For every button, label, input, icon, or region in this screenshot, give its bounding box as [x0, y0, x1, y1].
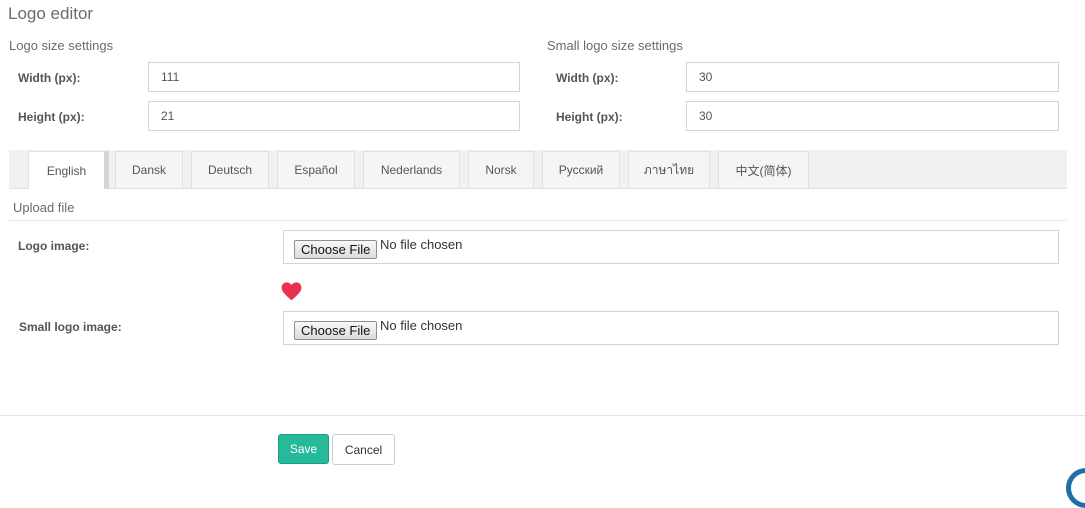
logo-image-file-input: Choose File No file chosen: [283, 230, 1059, 264]
heart-icon: [281, 282, 302, 301]
footer-divider: [0, 415, 1085, 416]
small-logo-file-status: No file chosen: [380, 318, 463, 333]
upload-file-title: Upload file: [13, 200, 75, 215]
small-logo-width-label: Width (px):: [556, 71, 619, 85]
tab-chinese-simplified[interactable]: 中文(简体): [718, 151, 809, 188]
logo-size-settings-title: Logo size settings: [9, 38, 114, 53]
tab-russian[interactable]: Русский: [542, 151, 620, 188]
tab-thai[interactable]: ภาษาไทย: [628, 151, 710, 188]
small-logo-image-label: Small logo image:: [19, 320, 122, 334]
small-logo-height-label: Height (px):: [556, 110, 623, 124]
logo-width-label: Width (px):: [18, 71, 81, 85]
cancel-button[interactable]: Cancel: [332, 434, 395, 465]
logo-width-input[interactable]: [148, 62, 520, 92]
logo-choose-file-button[interactable]: Choose File: [294, 240, 378, 259]
tab-deutsch[interactable]: Deutsch: [191, 151, 269, 188]
small-logo-height-input[interactable]: [686, 101, 1059, 131]
small-logo-choose-file-button[interactable]: Choose File: [294, 321, 378, 340]
logo-height-input[interactable]: [148, 101, 520, 131]
small-logo-image-file-input: Choose File No file chosen: [283, 311, 1059, 345]
logo-file-status: No file chosen: [380, 237, 463, 252]
save-button[interactable]: Save: [278, 434, 329, 464]
tab-norsk[interactable]: Norsk: [468, 151, 534, 188]
page-title: Logo editor: [8, 4, 94, 23]
tab-espanol[interactable]: Español: [277, 151, 355, 188]
tab-nederlands[interactable]: Nederlands: [363, 151, 460, 188]
tab-english[interactable]: English: [28, 151, 109, 189]
help-chat-widget[interactable]: [1066, 468, 1085, 508]
small-logo-width-input[interactable]: [686, 62, 1059, 92]
small-logo-size-settings-title: Small logo size settings: [547, 38, 683, 53]
upload-divider: [9, 220, 1067, 221]
logo-image-label: Logo image:: [18, 239, 90, 253]
language-tab-bar: English Dansk Deutsch Español Nederlands…: [9, 150, 1067, 189]
logo-height-label: Height (px):: [18, 110, 85, 124]
tab-dansk[interactable]: Dansk: [115, 151, 183, 188]
